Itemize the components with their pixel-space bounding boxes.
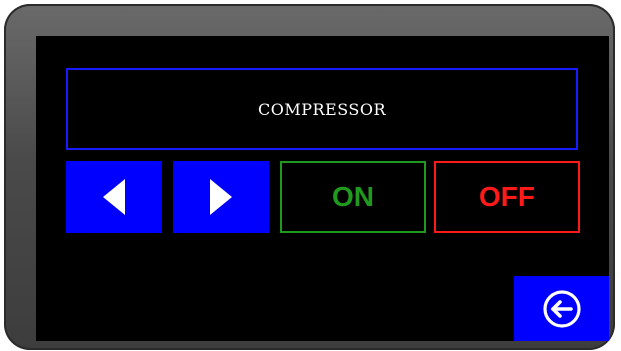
off-button[interactable]: OFF	[434, 161, 580, 233]
off-button-label: OFF	[479, 181, 535, 212]
on-button-label: ON	[332, 181, 374, 212]
on-button[interactable]: ON	[280, 161, 426, 233]
hmi-screen: COMPRESSOR ON OFF	[36, 36, 609, 341]
device-title: COMPRESSOR	[257, 99, 387, 119]
previous-button[interactable]	[66, 161, 162, 233]
triangle-right-icon	[210, 179, 232, 215]
next-button[interactable]	[173, 161, 269, 233]
circle-arrow-left-icon	[542, 289, 581, 328]
title-panel: COMPRESSOR	[66, 68, 578, 150]
back-button[interactable]	[514, 276, 609, 341]
device-bezel: COMPRESSOR ON OFF	[4, 4, 615, 350]
triangle-left-icon	[103, 179, 125, 215]
